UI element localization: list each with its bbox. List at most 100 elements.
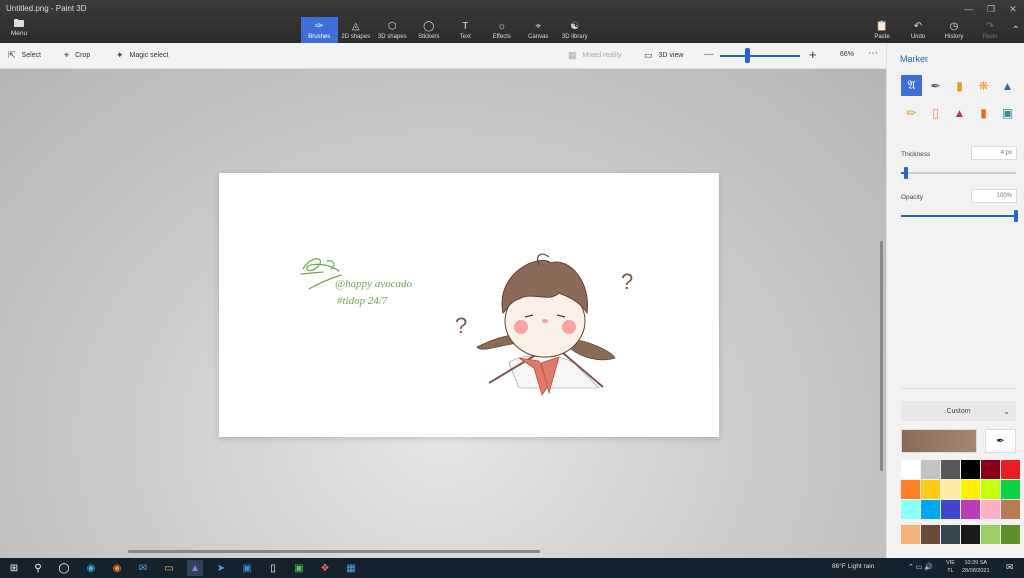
color-swatch[interactable] [941,500,960,519]
redo-button[interactable]: ↷ Redo [972,17,1008,43]
color-swatch[interactable] [901,480,920,499]
edge-icon[interactable]: ◉ [83,560,99,576]
color-swatch[interactable] [921,460,940,479]
notification-icon[interactable]: ✉ [1006,562,1014,573]
language-indicator[interactable]: VIE TL [946,559,955,575]
calligraphy-pen-icon[interactable]: ✒ [925,75,946,96]
crayon-icon[interactable]: ▲ [949,102,970,123]
zoom-slider-thumb[interactable] [745,48,750,63]
color-swatch[interactable] [901,500,920,519]
color-swatch[interactable] [941,460,960,479]
pixel-pen-icon[interactable]: ▲ [997,75,1018,96]
zoom-out-button[interactable]: — [704,49,714,60]
color-swatch[interactable] [981,500,1000,519]
thickness-slider-track[interactable] [901,172,1016,174]
color-swatch[interactable] [981,480,1000,499]
app-icon[interactable]: ❖ [317,560,333,576]
color-swatch[interactable] [1001,500,1020,519]
edit-toolbar: 📋 Paste ↶ Undo ◷ History ↷ Redo [864,17,1008,43]
fill-icon[interactable]: ▣ [997,102,1018,123]
tab-text[interactable]: T Text [447,17,484,43]
color-swatch[interactable] [961,500,980,519]
thickness-input[interactable]: 4 px [971,146,1017,160]
color-swatch[interactable] [1001,480,1020,499]
system-tray-icons[interactable]: ⌃ ▭ 🔊 [908,563,933,571]
opacity-input[interactable]: 100% [971,189,1017,203]
mixed-reality-button[interactable]: ▦ Mixed reality [568,50,622,61]
vertical-scrollbar[interactable] [880,241,883,471]
color-swatch[interactable] [1001,460,1020,479]
photos-icon[interactable]: ▦ [343,560,359,576]
current-color-swatch[interactable] [901,429,977,453]
close-button[interactable]: ✕ [1002,0,1024,18]
oil-brush-icon[interactable]: ▮ [949,75,970,96]
paste-button[interactable]: 📋 Paste [864,17,900,43]
notepad-icon[interactable]: ▯ [265,560,281,576]
telegram-icon[interactable]: ➤ [213,560,229,576]
redo-icon: ↷ [985,20,995,32]
drawing-canvas[interactable]: @happy avocado #tidop 24/7 ? ? [219,173,719,437]
zoom-slider[interactable] [720,55,800,57]
color-swatch[interactable] [941,480,960,499]
color-swatch[interactable] [981,460,1000,479]
mail-icon[interactable]: ✉ [135,560,151,576]
color-swatch[interactable] [901,525,920,544]
collapse-ribbon-icon[interactable]: ⌃ [1012,25,1020,36]
color-swatch[interactable] [961,460,980,479]
select-button[interactable]: ⇱ Select [8,50,41,61]
taskbar: ⊞ ⚲ ◯ ◉ ◉ ✉ ▭ ▲ ➤ ▣ ▯ ▣ ❖ ▦ 86°F Light r… [0,558,1024,578]
weather-widget[interactable]: 86°F Light rain [832,563,874,570]
color-swatch[interactable] [961,525,980,544]
color-swatch[interactable] [981,525,1000,544]
firefox-icon[interactable]: ◉ [109,560,125,576]
file-explorer-icon[interactable]: ▭ [161,560,177,576]
history-button[interactable]: ◷ History [936,17,972,43]
menu-button[interactable]: 🖿 Menu [6,18,32,38]
folder-icon: 🖿 [13,18,25,30]
color-swatch[interactable] [921,525,940,544]
opacity-slider-thumb[interactable] [1014,210,1018,222]
color-mode-select[interactable]: Custom ⌄ [901,401,1016,421]
crop-button[interactable]: ⌖ Crop [64,50,90,61]
marker-brush-icon[interactable]: 𝔄 [901,75,922,96]
eyedropper-icon[interactable]: ✒ [985,429,1016,453]
color-swatch[interactable] [901,460,920,479]
minimize-button[interactable]: — [958,0,980,18]
more-options-icon[interactable]: ⋯ [868,48,878,59]
tab-2d-shapes[interactable]: ◬ 2D shapes [338,17,375,43]
color-swatch[interactable] [921,500,940,519]
tab-effects[interactable]: ☼ Effects [484,17,521,43]
horizontal-scrollbar[interactable] [128,550,540,553]
tab-label: Effects [492,33,511,40]
pencil-icon[interactable]: ✏ [901,102,922,123]
paint-3d-icon[interactable]: ▲ [187,560,203,576]
tab-stickers[interactable]: ◯ Stickers [411,17,448,43]
tab-brushes[interactable]: ✑ Brushes [301,17,338,43]
start-icon[interactable]: ⊞ [6,560,22,576]
zoom-in-button[interactable]: + [809,47,817,62]
color-swatch[interactable] [921,480,940,499]
redo-label: Redo [982,33,998,40]
color-swatch[interactable] [961,480,980,499]
tab-3d-shapes[interactable]: ⬡ 3D shapes [374,17,411,43]
magic-select-button[interactable]: ✦ Magic select [116,50,168,61]
search-icon[interactable]: ⚲ [30,560,46,576]
clock[interactable]: 10:39 SA 28/08/2021 [962,559,990,575]
color-swatch[interactable] [941,525,960,544]
tab-canvas[interactable]: ⌖ Canvas [520,17,557,43]
library-icon: ☯ [570,20,580,32]
task-view-icon[interactable]: ◯ [56,560,72,576]
spray-can-icon[interactable]: ▮ [973,102,994,123]
color-swatch[interactable] [1001,525,1020,544]
crop-label: Crop [75,52,91,59]
camtasia-icon[interactable]: ▣ [291,560,307,576]
eraser-icon[interactable]: ▯ [925,102,946,123]
photoshop-icon[interactable]: ▣ [239,560,255,576]
thickness-slider-thumb[interactable] [903,167,908,179]
handle-text: @happy avocado [335,278,413,290]
undo-button[interactable]: ↶ Undo [900,17,936,43]
restore-button[interactable]: ❐ [980,0,1002,18]
3d-view-button[interactable]: ▭ 3D view [644,50,683,61]
watercolor-icon[interactable]: ❋ [973,75,994,96]
tab-3d-library[interactable]: ☯ 3D library [557,17,594,43]
